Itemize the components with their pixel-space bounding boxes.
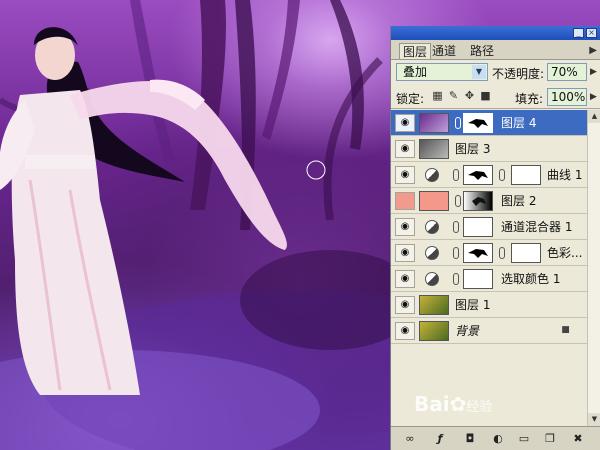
layer-name: 选取颜色 1 xyxy=(501,272,561,286)
layer-name: 通道混合器 1 xyxy=(501,220,573,234)
layer-thumbnail xyxy=(463,217,493,237)
layer-row[interactable]: ◉ 图层 3 xyxy=(391,136,587,162)
layer-name: 色彩... xyxy=(547,246,583,260)
mask-shape xyxy=(472,197,486,206)
layer-thumbnail xyxy=(419,321,449,341)
lock-all-icon[interactable]: ■ xyxy=(479,89,492,102)
chain-icon[interactable] xyxy=(499,247,505,259)
eye-icon[interactable]: ◉ xyxy=(395,296,415,314)
lock-icon: ■ xyxy=(561,325,570,335)
layer-row[interactable]: ◉ 曲线 1 xyxy=(391,162,587,188)
panel-bottom-bar: ∞ ƒ ◘ ◐ ▭ ❐ ✖ xyxy=(391,426,600,450)
new-adjustment-icon[interactable]: ◐ xyxy=(491,432,505,445)
panel-titlebar[interactable]: _ × xyxy=(391,26,600,40)
panel-tabs: 图层 通道 路径 ▶ xyxy=(391,40,600,60)
tab-paths[interactable]: 路径 xyxy=(467,43,497,59)
thumb-shape xyxy=(468,249,488,258)
layer-thumbnail xyxy=(463,269,493,289)
chain-icon[interactable] xyxy=(453,169,459,181)
layer-name: 曲线 1 xyxy=(547,168,583,182)
tab-layers[interactable]: 图层 xyxy=(399,43,432,59)
fill-slider-icon[interactable]: ▶ xyxy=(590,92,597,102)
layers-panel: _ × 图层 通道 路径 ▶ 叠加 ▼ 不透明度: 70% ▶ 锁定: ▦ ✎ … xyxy=(390,26,600,450)
tab-channels[interactable]: 通道 xyxy=(429,43,459,59)
trash-icon[interactable]: ✖ xyxy=(571,432,585,445)
eye-icon[interactable]: ◉ xyxy=(395,244,415,262)
paw-icon: ✿ xyxy=(449,392,467,416)
minimize-button[interactable]: _ xyxy=(573,28,584,38)
chain-icon[interactable] xyxy=(455,117,461,129)
eye-icon[interactable]: ◉ xyxy=(395,322,415,340)
group-icon[interactable]: ▭ xyxy=(517,432,531,445)
layer-name: 图层 2 xyxy=(501,194,537,208)
new-layer-icon[interactable]: ❐ xyxy=(543,432,557,445)
layer-thumbnail xyxy=(419,295,449,315)
fx-icon[interactable]: ƒ xyxy=(433,432,447,445)
eye-icon[interactable]: ◉ xyxy=(395,166,415,184)
chevron-down-icon[interactable]: ▼ xyxy=(472,65,486,79)
mask-thumbnail[interactable] xyxy=(463,113,493,133)
adjustment-icon xyxy=(425,168,439,182)
chain-icon[interactable] xyxy=(453,247,459,259)
layer-name: 图层 4 xyxy=(501,116,537,130)
opacity-input[interactable]: 70% xyxy=(547,63,587,81)
eye-icon[interactable]: ◉ xyxy=(395,114,415,132)
lock-label: 锁定: xyxy=(396,92,425,106)
chain-icon[interactable] xyxy=(453,221,459,233)
chain-icon[interactable] xyxy=(453,273,459,285)
layers-list: ◉ 图层 4 ◉ 图层 3 ◉ 曲线 1 图层 2 ◉ 通道混合器 1 ◉ 色彩… xyxy=(391,110,587,426)
eye-icon[interactable]: ◉ xyxy=(395,140,415,158)
layer-thumbnail xyxy=(463,243,493,263)
layer-row[interactable]: ◉ 选取颜色 1 xyxy=(391,266,587,292)
watermark-brand: Bai xyxy=(414,392,450,416)
scroll-up-icon[interactable]: ▲ xyxy=(588,110,600,123)
layer-name: 图层 1 xyxy=(455,298,491,312)
watermark-suffix: 经验 xyxy=(466,400,493,415)
eye-hidden-box[interactable] xyxy=(395,192,415,210)
layer-row[interactable]: ◉ 背景 ■ xyxy=(391,318,587,344)
layer-thumbnail xyxy=(419,139,449,159)
mask-thumbnail[interactable] xyxy=(511,243,541,263)
blend-row: 叠加 ▼ 不透明度: 70% ▶ xyxy=(391,61,600,83)
lock-brush-icon[interactable]: ✎ xyxy=(447,89,460,102)
link-layers-icon[interactable]: ∞ xyxy=(403,432,417,445)
blend-mode-select[interactable]: 叠加 ▼ xyxy=(396,63,488,81)
layer-row[interactable]: 图层 2 xyxy=(391,188,587,214)
layer-name: 图层 3 xyxy=(455,142,491,156)
adjustment-icon xyxy=(425,246,439,260)
lock-transparency-icon[interactable]: ▦ xyxy=(431,89,444,102)
layer-thumbnail xyxy=(419,191,449,211)
adjustment-icon xyxy=(425,220,439,234)
eye-icon[interactable]: ◉ xyxy=(395,218,415,236)
eye-icon[interactable]: ◉ xyxy=(395,270,415,288)
adjustment-icon xyxy=(425,272,439,286)
add-mask-icon[interactable]: ◘ xyxy=(463,432,477,445)
layer-row[interactable]: ◉ 色彩... xyxy=(391,240,587,266)
lock-move-icon[interactable]: ✥ xyxy=(463,89,476,102)
layer-name: 背景 xyxy=(455,324,480,338)
fill-input[interactable]: 100% xyxy=(547,88,587,106)
scroll-down-icon[interactable]: ▼ xyxy=(588,413,600,426)
layers-scrollbar[interactable]: ▲ ▼ xyxy=(587,110,600,426)
chain-icon[interactable] xyxy=(455,195,461,207)
layer-row[interactable]: ◉ 图层 1 xyxy=(391,292,587,318)
close-button[interactable]: × xyxy=(586,28,597,38)
thumb-shape xyxy=(468,171,488,180)
layer-thumbnail xyxy=(463,165,493,185)
mask-thumbnail[interactable] xyxy=(511,165,541,185)
mask-thumbnail[interactable] xyxy=(463,191,493,211)
chain-icon[interactable] xyxy=(499,169,505,181)
mask-shape xyxy=(468,119,488,128)
panel-menu-icon[interactable]: ▶ xyxy=(589,45,597,56)
opacity-slider-icon[interactable]: ▶ xyxy=(590,67,597,77)
opacity-label: 不透明度: xyxy=(492,67,545,81)
blend-mode-value: 叠加 xyxy=(403,65,428,79)
watermark: Bai✿经验 xyxy=(414,392,492,416)
layer-row[interactable]: ◉ 通道混合器 1 xyxy=(391,214,587,240)
layer-row[interactable]: ◉ 图层 4 xyxy=(391,110,587,136)
layer-thumbnail xyxy=(419,113,449,133)
lock-row: 锁定: ▦ ✎ ✥ ■ 填充: 100% ▶ xyxy=(391,86,600,109)
fill-label: 填充: xyxy=(515,92,544,106)
